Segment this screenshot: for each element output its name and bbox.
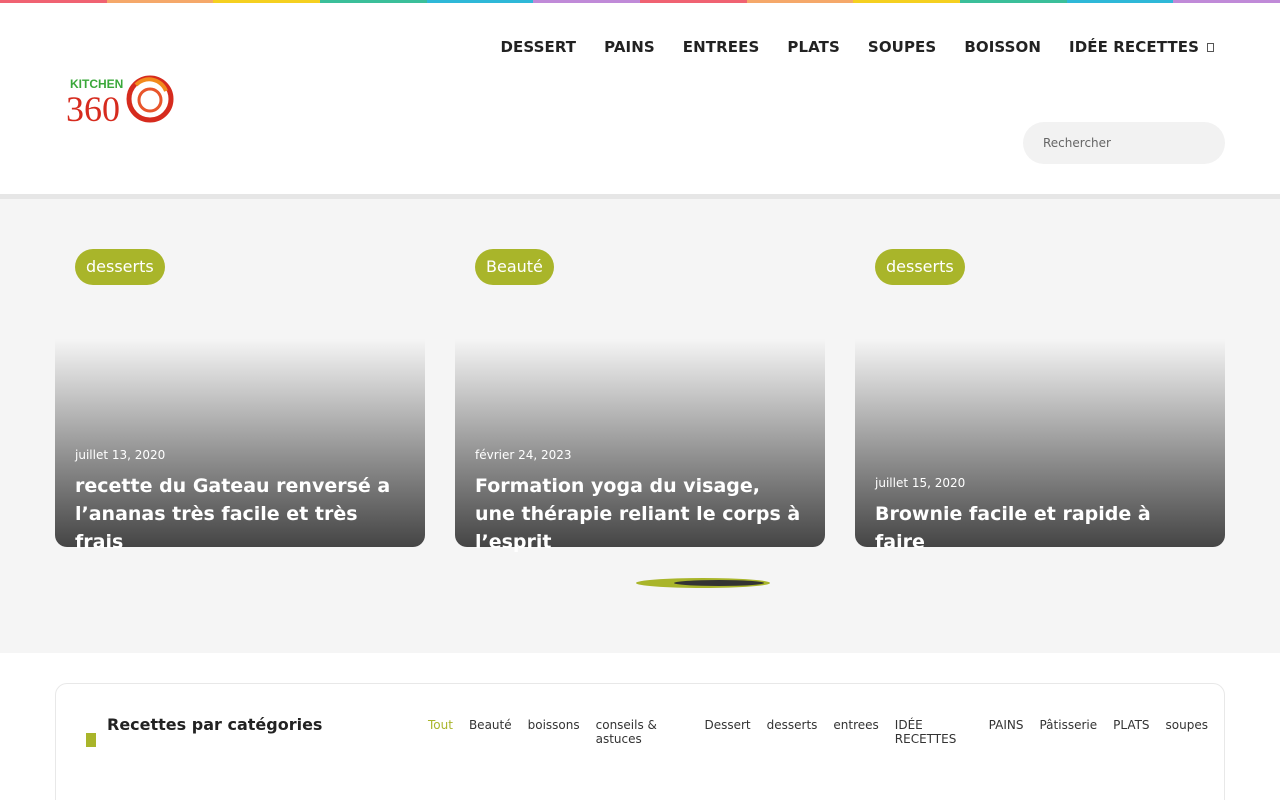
- nav-item-idee-recettes[interactable]: IDÉE RECETTES: [1069, 38, 1214, 56]
- category-tab-beaute[interactable]: Beauté: [469, 718, 512, 746]
- category-tabs: Tout Beauté boissons conseils & astuces …: [428, 718, 1224, 746]
- nav-item-dessert[interactable]: DESSERT: [500, 38, 576, 56]
- nav-item-soupes[interactable]: SOUPES: [868, 38, 936, 56]
- featured-slider: desserts juillet 13, 2020 recette du Gat…: [0, 199, 1280, 653]
- nav-item-plats[interactable]: PLATS: [787, 38, 840, 56]
- card-category-tag[interactable]: desserts: [75, 249, 165, 285]
- kitchen360-logo[interactable]: KITCHEN 360: [66, 73, 176, 127]
- slider-pagination[interactable]: [636, 578, 770, 588]
- category-tab-plats[interactable]: PLATS: [1113, 718, 1149, 746]
- category-tab-boissons[interactable]: boissons: [528, 718, 580, 746]
- slider-card-1[interactable]: desserts juillet 13, 2020 recette du Gat…: [55, 199, 425, 553]
- nav-item-entrees[interactable]: ENTREES: [683, 38, 760, 56]
- card-category-tag[interactable]: desserts: [875, 249, 965, 285]
- category-tab-patisserie[interactable]: Pâtisserie: [1039, 718, 1097, 746]
- slider-pagination-active[interactable]: [674, 580, 764, 586]
- category-tab-soupes[interactable]: soupes: [1166, 718, 1208, 746]
- section-title: Recettes par catégories: [107, 715, 323, 734]
- card-date: juillet 13, 2020: [75, 448, 166, 462]
- card-category-tag[interactable]: Beauté: [475, 249, 554, 285]
- category-tab-desserts[interactable]: desserts: [767, 718, 818, 746]
- card-date: février 24, 2023: [475, 448, 572, 462]
- categories-section: Recettes par catégories Tout Beauté bois…: [55, 683, 1225, 800]
- card-title[interactable]: recette du Gateau renversé a l’ananas tr…: [75, 472, 405, 556]
- card-date: juillet 15, 2020: [875, 476, 966, 490]
- card-title[interactable]: Brownie facile et rapide à faire: [875, 500, 1205, 556]
- search-input[interactable]: [1023, 122, 1225, 164]
- category-tab-idee-recettes[interactable]: IDÉE RECETTES: [895, 718, 973, 746]
- card-title[interactable]: Formation yoga du visage, une thérapie r…: [475, 472, 805, 556]
- logo-text-bottom: 360: [66, 89, 120, 127]
- nav-item-boisson[interactable]: BOISSON: [964, 38, 1041, 56]
- category-tab-pains[interactable]: PAINS: [989, 718, 1024, 746]
- nav-item-idee-recettes-label: IDÉE RECETTES: [1069, 38, 1199, 56]
- slider-card-2[interactable]: Beauté février 24, 2023 Formation yoga d…: [455, 199, 825, 553]
- category-tab-entrees[interactable]: entrees: [833, 718, 878, 746]
- site-header: KITCHEN 360 DESSERT PAINS ENTREES PLATS …: [0, 3, 1280, 194]
- nav-item-pains[interactable]: PAINS: [604, 38, 655, 56]
- chevron-down-icon: [1207, 42, 1214, 52]
- slider-card-3[interactable]: desserts juillet 15, 2020 Brownie facile…: [855, 199, 1225, 553]
- section-title-marker: [86, 733, 96, 747]
- category-tab-dessert[interactable]: Dessert: [704, 718, 750, 746]
- category-tab-conseils-astuces[interactable]: conseils & astuces: [596, 718, 689, 746]
- main-nav: DESSERT PAINS ENTREES PLATS SOUPES BOISS…: [472, 38, 1214, 56]
- category-tab-tout[interactable]: Tout: [428, 718, 453, 746]
